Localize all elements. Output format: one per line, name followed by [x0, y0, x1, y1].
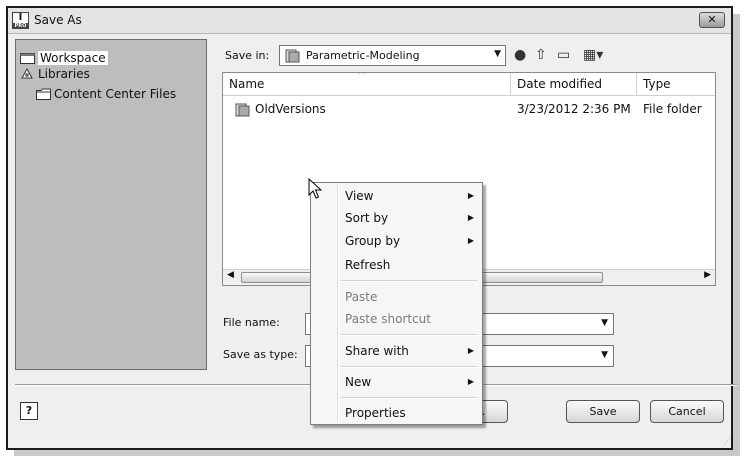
folder-icon: [285, 49, 300, 63]
menu-item-label: Paste shortcut: [345, 312, 431, 326]
place-content-center[interactable]: Content Center Files: [36, 86, 176, 102]
place-label: Libraries: [38, 67, 90, 81]
folder-icon: [235, 103, 250, 117]
menu-item-label: Properties: [345, 406, 406, 420]
menu-item-label: Refresh: [345, 258, 391, 272]
window-title: Save As: [34, 13, 82, 27]
chevron-down-icon: ▼: [601, 350, 608, 360]
menu-separator: [341, 280, 478, 282]
menu-item-refresh[interactable]: Refresh: [345, 254, 474, 276]
column-name-label: Name: [229, 77, 265, 91]
chevron-down-icon: ▼: [494, 49, 501, 59]
menu-item-label: View: [345, 189, 374, 203]
back-icon[interactable]: ●: [514, 47, 526, 63]
app-icon: I PRO: [12, 12, 29, 29]
menu-gutter: [337, 185, 339, 422]
chevron-down-icon[interactable]: ▼: [601, 318, 608, 328]
menu-separator: [341, 366, 478, 368]
place-libraries[interactable]: Libraries: [20, 66, 90, 82]
places-pane: Workspace Libraries Content Center Files: [15, 39, 207, 370]
submenu-arrow-icon: ▶: [467, 346, 474, 355]
column-type-label: Type: [643, 77, 671, 91]
menu-item-label: Group by: [345, 234, 401, 248]
cancel-button[interactable]: Cancel: [650, 400, 724, 423]
workspace-icon: [20, 53, 35, 64]
row-date: 3/23/2012 2:36 PM: [517, 102, 631, 116]
menu-item-sort-by[interactable]: Sort by ▶: [345, 207, 474, 229]
close-button[interactable]: ✕: [699, 12, 725, 28]
column-date-label: Date modified: [517, 77, 603, 91]
file-name-label: File name:: [223, 316, 280, 329]
submenu-arrow-icon: ▶: [467, 236, 474, 245]
column-date-modified[interactable]: Date modified: [511, 73, 637, 95]
save-in-dropdown[interactable]: Parametric-Modeling ▼: [279, 45, 506, 66]
title-bar: I PRO Save As ✕: [8, 8, 731, 34]
submenu-arrow-icon: ▶: [467, 377, 474, 386]
column-type[interactable]: Type: [637, 73, 715, 95]
place-label: Content Center Files: [54, 87, 177, 101]
save-button[interactable]: Save: [566, 400, 640, 423]
view-menu-icon[interactable]: ▦▾: [583, 47, 603, 63]
save-in-value: Parametric-Modeling: [306, 49, 420, 62]
save-as-type-label: Save as type:: [223, 348, 298, 361]
app-icon-bottom: PRO: [13, 23, 28, 29]
new-folder-icon[interactable]: ▭: [557, 47, 570, 63]
menu-item-share-with[interactable]: Share with ▶: [345, 340, 474, 362]
row-type: File folder: [643, 102, 702, 116]
help-button[interactable]: ?: [20, 402, 38, 420]
submenu-arrow-icon: ▶: [467, 213, 474, 222]
menu-item-label: Share with: [345, 344, 409, 358]
menu-separator: [341, 397, 478, 399]
menu-item-label: Paste: [345, 290, 378, 304]
sort-ascending-icon: ^: [357, 72, 366, 81]
scroll-right-icon[interactable]: ▶: [704, 270, 711, 280]
app-icon-top: I: [18, 12, 23, 23]
mouse-cursor-icon: [308, 178, 323, 199]
place-workspace[interactable]: Workspace: [20, 50, 108, 66]
submenu-arrow-icon: ▶: [467, 191, 474, 200]
menu-separator: [341, 334, 478, 336]
context-menu: View ▶ Sort by ▶ Group by ▶ Refresh Paste P…: [310, 182, 483, 425]
row-name: OldVersions: [255, 102, 326, 116]
menu-item-group-by[interactable]: Group by ▶: [345, 230, 474, 252]
save-in-label: Save in:: [225, 49, 270, 62]
help-icon: ?: [25, 404, 33, 417]
menu-item-view[interactable]: View ▶: [345, 185, 474, 207]
menu-item-label: New: [345, 375, 372, 389]
header-divider: [223, 95, 715, 96]
scroll-left-icon[interactable]: ◀: [227, 270, 234, 280]
menu-item-properties[interactable]: Properties: [345, 402, 474, 424]
menu-item-new[interactable]: New ▶: [345, 371, 474, 393]
up-folder-icon[interactable]: ⇧: [535, 47, 547, 63]
resize-grip-icon[interactable]: ⋰: [724, 437, 742, 462]
libraries-icon: [21, 68, 33, 79]
menu-item-paste[interactable]: Paste: [345, 286, 474, 308]
menu-item-paste-shortcut[interactable]: Paste shortcut: [345, 308, 474, 330]
folder-icon: [36, 88, 51, 100]
place-label: Workspace: [38, 51, 108, 65]
close-icon: ✕: [707, 13, 717, 26]
column-name[interactable]: Name ^: [223, 73, 511, 95]
menu-item-label: Sort by: [345, 211, 389, 225]
